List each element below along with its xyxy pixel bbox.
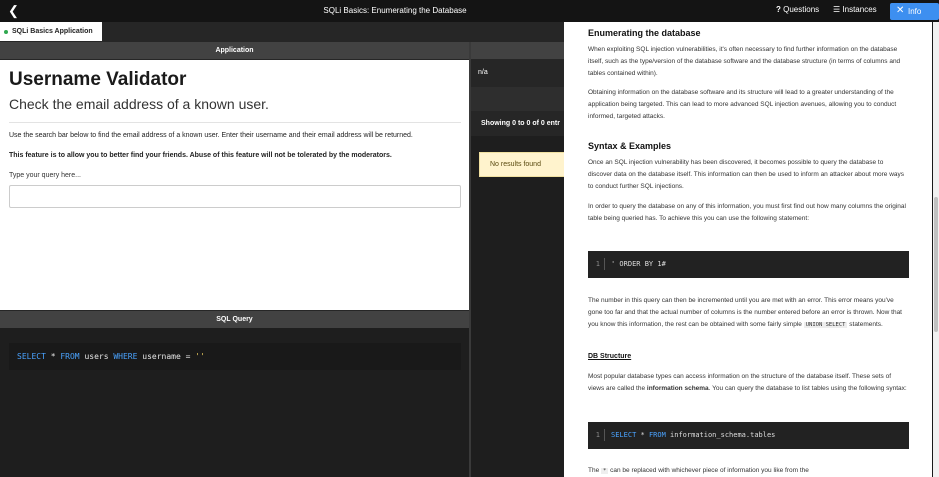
- questions-label: Questions: [783, 5, 820, 14]
- status-dot-icon: [4, 30, 8, 34]
- page-title: SQLi Basics: Enumerating the Database: [323, 6, 467, 15]
- info-text: The: [588, 467, 600, 474]
- app-description: Use the search bar below to find the ema…: [9, 132, 413, 139]
- instances-button[interactable]: ☰ Instances: [833, 5, 877, 14]
- top-bar: ❮ SQLi Basics: Enumerating the Database …: [0, 0, 939, 22]
- info-bold-text: information schema: [646, 385, 709, 392]
- info-paragraph: Most popular database types can access i…: [588, 371, 908, 395]
- tab-label: SQLi Basics Application: [12, 28, 93, 35]
- code-keyword: FROM: [648, 431, 666, 439]
- question-icon: ?: [776, 5, 781, 14]
- sql-keyword: FROM: [60, 352, 80, 361]
- code-keyword: SELECT: [611, 431, 637, 439]
- sql-text: username =: [137, 352, 196, 361]
- app-subheading: Check the email address of a known user.: [9, 96, 269, 112]
- info-paragraph: Obtaining information on the database so…: [588, 89, 897, 120]
- info-paragraph: In order to query the database on any of…: [588, 203, 906, 222]
- app-warning: This feature is to allow you to better f…: [9, 152, 392, 159]
- info-scrollbar[interactable]: [933, 22, 939, 477]
- application-panel-header: Application: [0, 42, 469, 59]
- subsection-heading: DB Structure: [588, 353, 632, 360]
- info-paragraph: The * can be replaced with whichever pie…: [588, 465, 908, 477]
- close-icon: ✕: [896, 5, 905, 16]
- line-number: 1: [588, 429, 605, 441]
- info-title: Enumerating the database: [588, 28, 701, 38]
- section-heading: Syntax & Examples: [588, 141, 672, 151]
- info-text: . You can query the database to list tab…: [708, 385, 907, 392]
- info-label: Info: [908, 7, 922, 16]
- sql-keyword: WHERE: [113, 352, 138, 361]
- tab-sqli-basics-application[interactable]: SQLi Basics Application: [0, 22, 102, 41]
- info-text: statements.: [849, 321, 883, 328]
- instances-label: Instances: [842, 5, 877, 14]
- info-text: can be replaced with whichever piece of …: [610, 467, 809, 474]
- code-block: 1 ' ORDER BY 1#: [588, 251, 909, 278]
- info-button[interactable]: ✕ Info: [890, 3, 939, 20]
- code-text: *: [636, 431, 649, 439]
- sql-query-panel-header: SQL Query: [0, 311, 469, 328]
- scrollbar-thumb[interactable]: [934, 197, 938, 332]
- code-text: information_schema.tables: [665, 431, 776, 439]
- code-block: 1 SELECT * FROM information_schema.tables: [588, 422, 909, 449]
- application-panel: Username Validator Check the email addre…: [0, 60, 469, 310]
- sql-string: '': [195, 352, 205, 361]
- results-na-label: n/a: [471, 59, 564, 87]
- sql-text: *: [45, 352, 61, 361]
- sql-query-panel: SELECT * FROM users WHERE username = '': [0, 328, 469, 477]
- results-table-header: [471, 87, 564, 111]
- results-panel: n/a Showing 0 to 0 of 0 entr No results …: [471, 42, 564, 477]
- sql-text: users: [79, 352, 114, 361]
- code-text: ' ORDER BY 1#: [611, 260, 666, 268]
- app-heading: Username Validator: [9, 69, 187, 90]
- line-number: 1: [588, 258, 605, 270]
- list-icon: ☰: [833, 5, 841, 14]
- results-count: Showing 0 to 0 of 0 entr: [471, 111, 564, 136]
- inline-code: UNION SELECT: [803, 322, 848, 328]
- info-paragraph: The number in this query can then be inc…: [588, 295, 908, 331]
- inline-code: *: [601, 468, 609, 474]
- info-panel: Enumerating the database When exploiting…: [564, 22, 932, 477]
- sql-query-code: SELECT * FROM users WHERE username = '': [9, 343, 461, 370]
- info-paragraph: Once an SQL injection vulnerability has …: [588, 159, 905, 190]
- sql-keyword: SELECT: [17, 352, 46, 361]
- query-input[interactable]: [9, 185, 461, 208]
- questions-button[interactable]: ? Questions: [776, 5, 819, 14]
- results-panel-header: [471, 42, 564, 59]
- no-results-alert: No results found: [479, 152, 564, 177]
- divider: [9, 122, 461, 123]
- query-input-label: Type your query here...: [9, 172, 81, 179]
- info-paragraph: When exploiting SQL injection vulnerabil…: [588, 46, 901, 77]
